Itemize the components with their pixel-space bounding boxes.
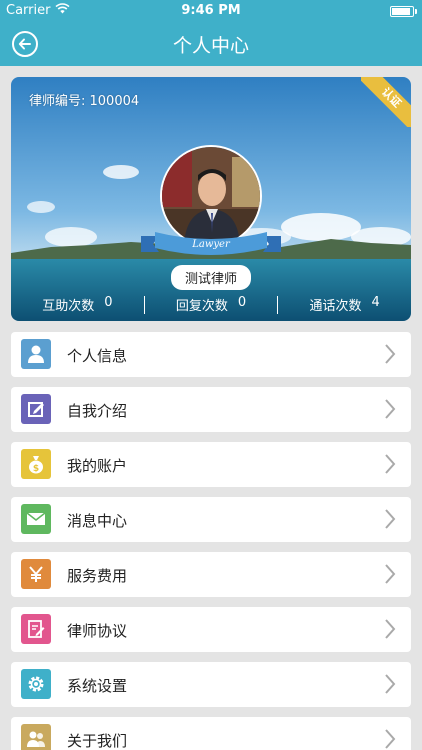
menu-item-label: 服务费用 [67, 567, 128, 585]
menu-item-my-account[interactable]: $ 我的账户 [11, 442, 411, 487]
nav-bar: 个人中心 [0, 22, 422, 66]
money-bag-icon: $ [21, 449, 51, 479]
stat-label: 回复次数 [175, 299, 228, 314]
menu-item-label: 关于我们 [67, 732, 128, 750]
stat-value: 0 [237, 295, 247, 310]
lawyer-name-label: 测试律师 [170, 265, 251, 290]
menu-item-lawyer-agreement[interactable]: 律师协议 [11, 607, 411, 652]
ribbon-text: Lawyer [191, 239, 231, 250]
stat-label: 通话次数 [309, 299, 362, 314]
certified-label: 认证 [361, 77, 411, 127]
menu-item-personal-info[interactable]: 个人信息 [11, 332, 411, 377]
battery-icon [390, 6, 417, 17]
menu-item-about-us[interactable]: 关于我们 [11, 717, 411, 750]
chevron-right-icon [385, 729, 396, 749]
people-icon [21, 724, 51, 750]
document-edit-icon [21, 614, 51, 644]
page-title: 个人中心 [172, 35, 249, 57]
lawyer-ribbon: Lawyer [141, 232, 281, 255]
gear-icon [21, 669, 51, 699]
menu-item-label: 自我介绍 [67, 402, 128, 420]
yen-icon [21, 559, 51, 589]
chevron-right-icon [385, 344, 396, 364]
stat-reply-count: 回复次数 0 [145, 295, 278, 315]
menu-item-label: 消息中心 [67, 512, 128, 530]
stat-label: 互助次数 [42, 299, 95, 314]
menu-item-service-fee[interactable]: 服务费用 [11, 552, 411, 597]
menu-item-label: 系统设置 [67, 677, 128, 695]
menu-item-label: 律师协议 [67, 622, 128, 640]
menu-item-label: 我的账户 [67, 457, 128, 475]
stat-value: 0 [104, 295, 113, 310]
chevron-right-icon [385, 509, 396, 529]
status-time: 9:46 PM [181, 3, 241, 18]
profile-card: 律师编号: 100004 认证 Lawyer 测试律师 互助次数 0 回复次数 … [11, 77, 411, 321]
menu-item-message-center[interactable]: 消息中心 [11, 497, 411, 542]
edit-icon [21, 394, 51, 424]
person-icon [21, 339, 51, 369]
stats-bar: 互助次数 0 回复次数 0 通话次数 4 [11, 295, 411, 315]
menu-item-system-settings[interactable]: 系统设置 [11, 662, 411, 707]
chevron-right-icon [385, 454, 396, 474]
mail-icon [21, 504, 51, 534]
chevron-right-icon [385, 619, 396, 639]
svg-text:$: $ [33, 464, 39, 474]
stat-call-count: 通话次数 4 [278, 295, 411, 315]
certified-badge: 认证 [361, 77, 411, 127]
lawyer-name: 测试律师 [11, 265, 411, 290]
chevron-right-icon [385, 399, 396, 419]
chevron-right-icon [385, 564, 396, 584]
menu-item-self-intro[interactable]: 自我介绍 [11, 387, 411, 432]
stat-value: 4 [371, 295, 380, 310]
lawyer-id-label: 律师编号: 100004 [29, 94, 140, 109]
menu-item-label: 个人信息 [67, 347, 128, 365]
stat-help-count: 互助次数 0 [11, 295, 144, 315]
chevron-right-icon [385, 674, 396, 694]
menu-list: 个人信息 自我介绍 $ 我的账户 消息中心 服务费用 律师协议 系统设置 关于我… [11, 332, 411, 750]
status-bar: Carrier 9:46 PM [0, 0, 422, 22]
